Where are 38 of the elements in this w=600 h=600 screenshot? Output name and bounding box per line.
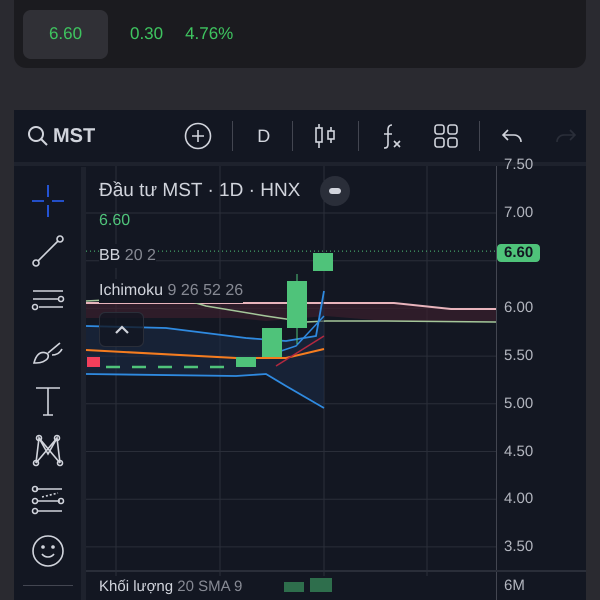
- price-axis-label: 6.00: [504, 299, 534, 318]
- price-axis-label: 3.50: [504, 538, 534, 556]
- price-axis-label: 7.50: [504, 156, 534, 174]
- price-axis-label: 4.50: [504, 442, 534, 460]
- smiley-icon[interactable]: [30, 533, 66, 569]
- candle: [287, 274, 307, 344]
- candle: [313, 253, 333, 271]
- pattern-icon[interactable]: [30, 433, 66, 469]
- volume-legend: Khối lượng 20 SMA 9: [99, 579, 242, 595]
- collapse-legend-button[interactable]: [320, 176, 350, 206]
- base-line: [276, 335, 324, 367]
- price-tag: 6.60: [497, 244, 540, 262]
- minus-icon: [329, 188, 342, 194]
- volume-axis-label: 6M: [504, 578, 525, 594]
- price-axis-label: 5.00: [504, 394, 534, 413]
- layout-grid-icon[interactable]: [433, 123, 460, 149]
- change-percent: 4.76%: [185, 23, 234, 46]
- change-value: 0.30: [130, 23, 164, 46]
- interval-button[interactable]: D: [257, 122, 270, 150]
- chart-title: Đầu tư MST · 1D · HNX: [99, 178, 300, 203]
- price-chip: 6.60: [23, 10, 108, 58]
- crosshair-icon[interactable]: [30, 183, 66, 219]
- candle: [236, 357, 256, 367]
- price-axis-label: 5.50: [504, 347, 534, 366]
- chevron-up-icon: [114, 324, 130, 334]
- search-icon: [27, 125, 49, 147]
- candle: [262, 328, 282, 357]
- price-axis-label: 7.00: [504, 204, 534, 222]
- symbol-search[interactable]: MST: [27, 121, 96, 151]
- price-axis-label: 4.00: [504, 490, 534, 508]
- indicator-legend[interactable]: Ichimoku 9 26 52 26: [99, 279, 244, 303]
- candle: [87, 357, 100, 367]
- last-price: 6.60: [99, 211, 130, 231]
- trend-line-icon[interactable]: [30, 233, 66, 269]
- candles-icon[interactable]: [313, 122, 338, 150]
- expand-button[interactable]: [99, 312, 144, 347]
- add-icon[interactable]: [184, 122, 212, 150]
- indicator-legend[interactable]: BB 20 2: [99, 244, 156, 268]
